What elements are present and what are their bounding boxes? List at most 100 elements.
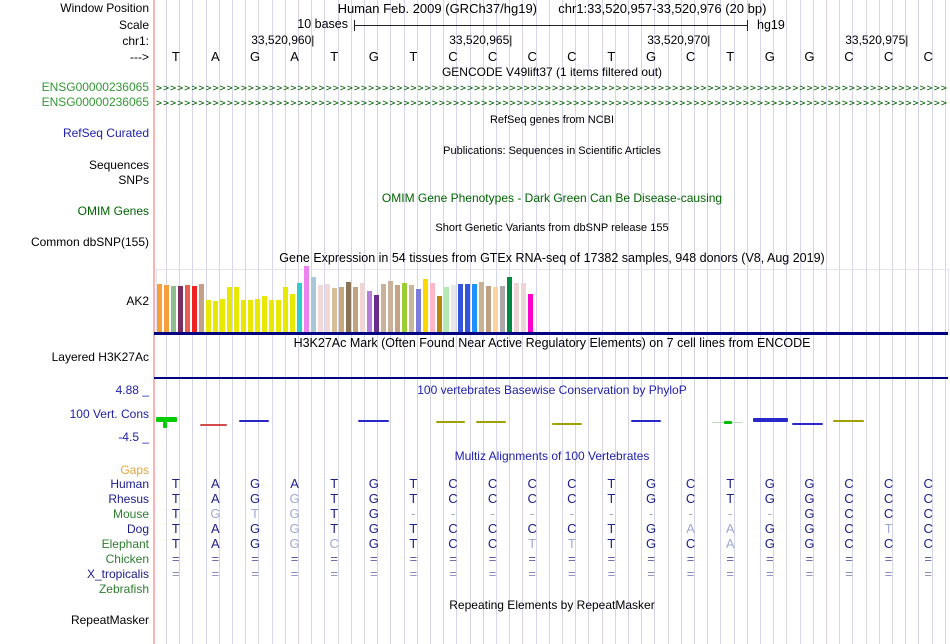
gtex-bar — [185, 285, 190, 332]
multiz-row-label[interactable]: Chicken — [106, 553, 149, 566]
phylop-mark — [631, 420, 661, 422]
alignment-base: = — [251, 551, 259, 566]
alignment-base: = — [488, 551, 497, 566]
alignment-base: C — [844, 476, 854, 491]
alignment-base: C — [923, 536, 933, 551]
refseq-track-label[interactable]: RefSeq Curated — [63, 127, 149, 140]
sequence-base: G — [764, 49, 775, 64]
alignment-base: G — [645, 476, 657, 491]
multiz-row-label[interactable]: Human — [110, 478, 149, 491]
alignment-base: G — [289, 491, 300, 506]
phylop-min-label: -4.5 _ — [118, 430, 149, 444]
alignment-base: C — [685, 476, 696, 491]
alignment-base: G — [289, 506, 300, 521]
gtex-bar — [248, 300, 253, 332]
alignment-base: T — [607, 476, 616, 491]
sequence-base: T — [171, 49, 180, 64]
alignment-base: C — [883, 536, 894, 551]
alignment-base: - — [450, 506, 456, 521]
alignment-base: G — [289, 536, 300, 551]
gtex-bar — [311, 277, 316, 332]
sequence-base: C — [883, 49, 894, 64]
alignment-base: C — [923, 476, 933, 491]
alignment-base: G — [368, 536, 379, 551]
repeatmasker-track-label[interactable]: RepeatMasker — [71, 614, 149, 627]
alignment-base: T — [607, 491, 616, 506]
alignment-base: C — [487, 491, 498, 506]
alignment-base: = — [251, 566, 259, 581]
alignment-base: T — [251, 506, 259, 521]
alignment-base: G — [804, 521, 815, 536]
phylop-mark — [552, 423, 582, 425]
multiz-row-label[interactable]: Mouse — [113, 508, 149, 521]
gtex-bar — [353, 287, 358, 332]
gtex-bar — [479, 282, 484, 332]
alignment-base: = — [884, 566, 893, 581]
snps-track-label[interactable]: SNPs — [118, 174, 149, 187]
genome-browser-screen: Window Position Human Feb. 2009 (GRCh37/… — [0, 0, 950, 644]
alignment-base: = — [924, 551, 932, 566]
alignment-base: T — [330, 476, 339, 491]
gtex-bar — [458, 284, 463, 332]
gtex-gene-label[interactable]: AK2 — [126, 295, 149, 308]
alignment-base: T — [567, 536, 576, 551]
alignment-base: = — [409, 551, 418, 566]
alignment-base: C — [685, 536, 696, 551]
alignment-base: T — [528, 536, 537, 551]
gencode-item-label-2[interactable]: ENSG00000236065 — [42, 96, 149, 109]
phylop-mark — [476, 421, 506, 423]
assembly-tag: hg19 — [757, 18, 785, 32]
dbsnp-track-label[interactable]: Common dbSNP(155) — [31, 236, 149, 249]
h3k27ac-track-label[interactable]: Layered H3K27Ac — [52, 351, 149, 364]
phylop-mark — [724, 421, 732, 424]
alignment-base: - — [728, 506, 733, 521]
gencode-item-label-1[interactable]: ENSG00000236065 — [42, 81, 149, 94]
phylop-track-title: 100 vertebrates Basewise Conservation by… — [417, 383, 687, 397]
phylop-mark — [358, 420, 389, 422]
gtex-bar — [171, 286, 176, 332]
gtex-bar — [227, 287, 232, 332]
alignment-base: - — [490, 506, 495, 521]
alignment-base: C — [527, 476, 537, 491]
gtex-bar — [339, 287, 344, 332]
position-title: chr1:33,520,957-33,520,976 (20 bp) — [558, 1, 767, 16]
alignment-base: G — [368, 476, 379, 491]
sequences-track-label[interactable]: Sequences — [89, 159, 149, 172]
omim-track-label[interactable]: OMIM Genes — [78, 205, 149, 218]
gtex-bar — [325, 284, 330, 332]
phylop-track-label[interactable]: 100 Vert. Cons — [70, 408, 149, 421]
multiz-gaps-label[interactable]: Gaps — [120, 464, 149, 477]
phylop-mark — [833, 420, 864, 422]
multiz-row-label[interactable]: Zebrafish — [99, 583, 149, 596]
window-position-label: Window Position — [60, 1, 149, 15]
gtex-bar — [416, 289, 421, 332]
alignment-base: T — [726, 476, 735, 491]
alignment-base: A — [211, 536, 220, 551]
gtex-bar — [437, 296, 442, 332]
alignment-base: = — [568, 551, 576, 566]
gtex-bar — [472, 284, 477, 332]
gtex-bar — [304, 266, 309, 332]
sequence-base: G — [368, 49, 379, 64]
gencode-item-arrows-2[interactable]: >>>>>>>>>>>>>>>>>>>>>>>>>>>>>>>>>>>>>>>>… — [156, 98, 948, 110]
alignment-base: C — [487, 476, 498, 491]
alignment-base: T — [171, 491, 180, 506]
multiz-row-label[interactable]: Elephant — [102, 538, 149, 551]
alignment-base: = — [211, 566, 220, 581]
alignment-base: = — [647, 566, 655, 581]
multiz-row-label[interactable]: Dog — [127, 523, 149, 536]
ruler-tick-label: 33,520,970| — [647, 33, 711, 47]
alignment-base: = — [211, 551, 220, 566]
alignment-base: G — [368, 491, 379, 506]
multiz-row-label[interactable]: X_tropicalis — [87, 568, 149, 581]
gtex-bar — [430, 283, 435, 332]
multiz-row-label[interactable]: Rhesus — [108, 493, 149, 506]
alignment-base: = — [805, 551, 814, 566]
alignment-base: - — [767, 506, 772, 521]
gencode-item-arrows-1[interactable]: >>>>>>>>>>>>>>>>>>>>>>>>>>>>>>>>>>>>>>>>… — [156, 83, 948, 95]
gtex-bar — [374, 295, 379, 332]
alignment-base: A — [725, 536, 735, 551]
sequence-base: C — [487, 49, 498, 64]
alignment-base: A — [211, 491, 220, 506]
alignment-base: - — [688, 506, 693, 521]
